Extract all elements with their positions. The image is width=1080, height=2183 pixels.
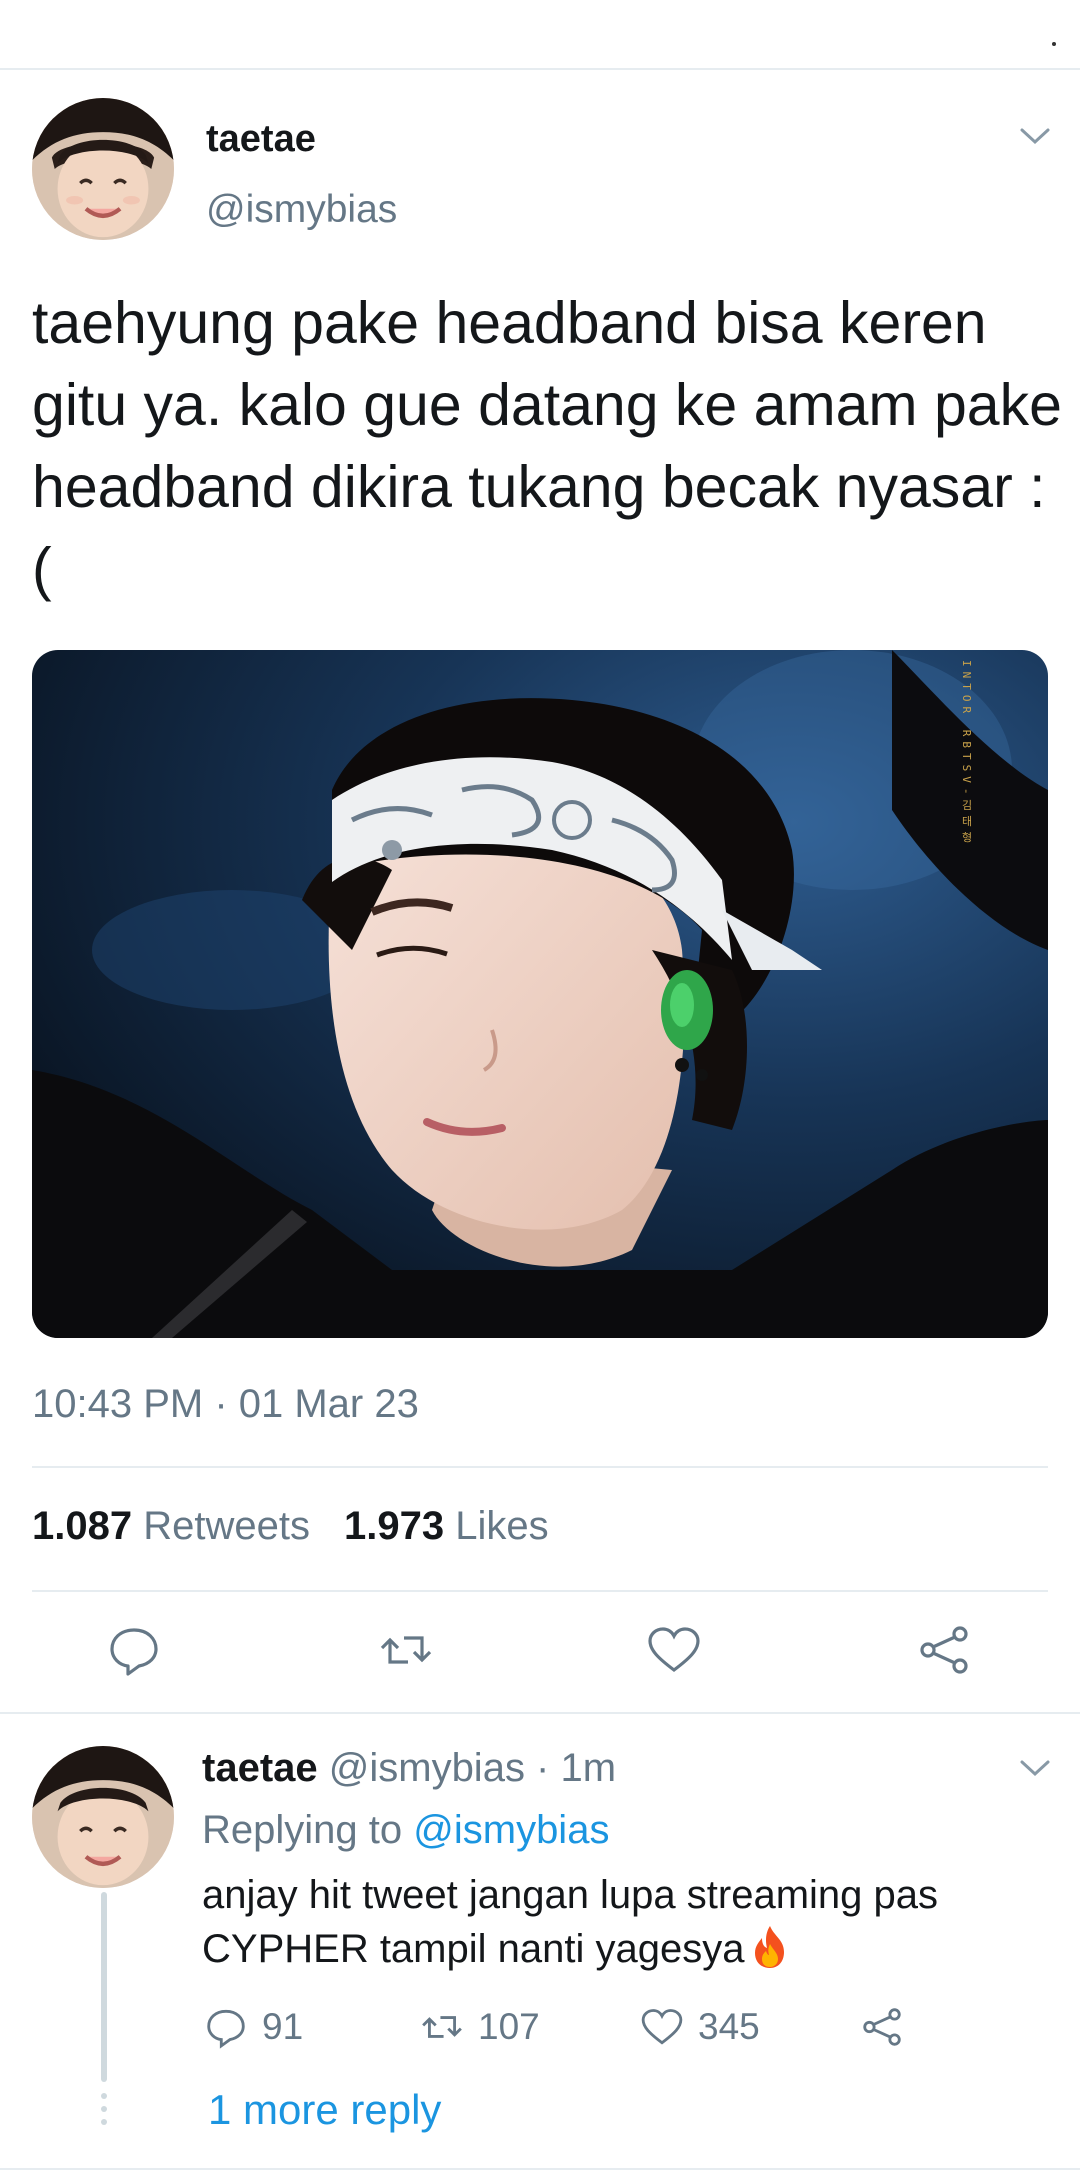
replying-prefix: Replying to <box>202 1808 403 1852</box>
thread-line <box>101 1892 107 2082</box>
retweet-icon[interactable] <box>420 2005 464 2049</box>
retweet-count: 107 <box>478 2006 540 2047</box>
retweets-count[interactable]: 1.087 <box>32 1504 132 1548</box>
like-icon[interactable] <box>646 1622 702 1678</box>
chevron-down-icon[interactable] <box>1018 1756 1052 1780</box>
tweet-text: taehyung pake headband bisa keren gitu y… <box>32 290 1062 602</box>
reply-icon[interactable] <box>106 1622 162 1678</box>
likes-label[interactable]: Likes <box>455 1504 548 1548</box>
section-divider <box>0 1712 1080 1714</box>
replying-to: Replying to @ismybias <box>202 1808 609 1853</box>
replying-mention-link[interactable]: @ismybias <box>413 1808 609 1852</box>
thread-dots <box>101 2093 107 2132</box>
author-name[interactable]: taetae <box>206 118 316 161</box>
tweet-media-photo[interactable]: INTOR RBTSV-김태형 <box>32 650 1048 1338</box>
reply-icon[interactable] <box>204 2005 248 2049</box>
reply-header[interactable]: taetae @ismybias · 1m <box>202 1746 616 1791</box>
tweet-stats: 1.087 Retweets 1.973 Likes <box>32 1504 549 1549</box>
tweet-detail-screen: taetae @ismybias taehyung pake headband … <box>0 0 1080 2183</box>
author-handle[interactable]: @ismybias <box>206 188 397 232</box>
author-avatar[interactable] <box>32 98 174 240</box>
reply-retweet-action[interactable]: 107 <box>420 2002 540 2052</box>
photo-watermark: INTOR RBTSV-김태형 <box>960 660 973 848</box>
reply-text: anjay hit tweet jangan lupa streaming pa… <box>202 1873 939 1971</box>
share-icon[interactable] <box>916 1622 972 1678</box>
reply-author-avatar[interactable] <box>32 1746 174 1888</box>
fire-emoji-icon <box>750 1924 790 1970</box>
likes-count[interactable]: 1.973 <box>344 1504 444 1548</box>
status-dot <box>1052 42 1056 46</box>
divider <box>32 1466 1048 1468</box>
reply-handle-time[interactable]: @ismybias · 1m <box>329 1746 616 1790</box>
retweet-icon[interactable] <box>378 1622 434 1678</box>
photo-image <box>32 650 1048 1338</box>
chevron-down-icon[interactable] <box>1018 124 1052 148</box>
retweets-label[interactable]: Retweets <box>143 1504 310 1548</box>
bottom-divider <box>0 2168 1080 2170</box>
top-bar <box>0 0 1080 70</box>
divider <box>32 1590 1048 1592</box>
avatar-photo <box>32 98 174 240</box>
more-replies-link[interactable]: 1 more reply <box>208 2086 441 2134</box>
reply-text-block: anjay hit tweet jangan lupa streaming pa… <box>202 1868 1042 1976</box>
reply-count: 91 <box>262 2006 304 2047</box>
reply-share-action[interactable] <box>860 2002 918 2052</box>
like-icon[interactable] <box>640 2005 684 2049</box>
reply-reply-action[interactable]: 91 <box>204 2002 303 2052</box>
like-count: 345 <box>698 2006 760 2047</box>
reply-author-name[interactable]: taetae <box>202 1746 318 1790</box>
avatar-photo <box>32 1746 174 1888</box>
tweet-timestamp: 10:43 PM · 01 Mar 23 <box>32 1382 419 1426</box>
share-icon[interactable] <box>860 2005 904 2049</box>
reply-like-action[interactable]: 345 <box>640 2002 760 2052</box>
